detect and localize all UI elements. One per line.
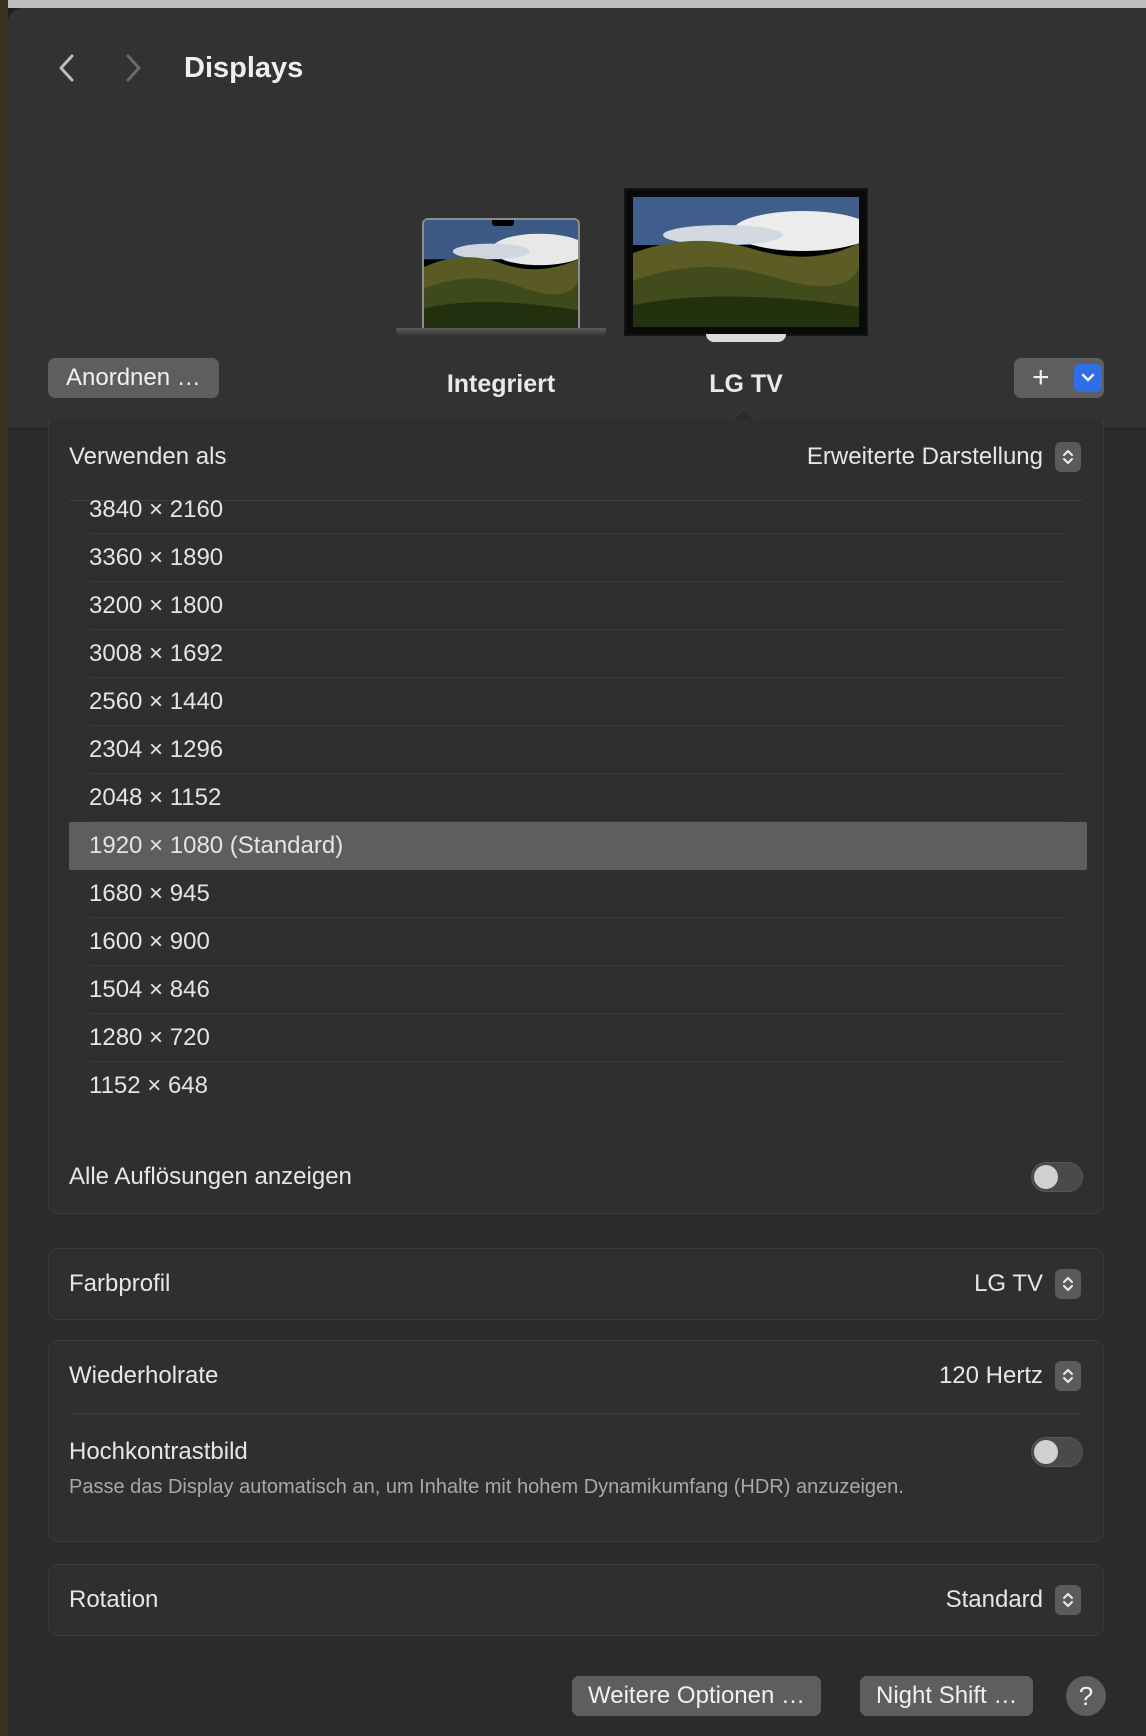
- chevron-down-icon: [1081, 373, 1095, 382]
- show-all-resolutions-toggle[interactable]: [1031, 1162, 1083, 1192]
- resolution-option[interactable]: 2560 × 1440: [69, 678, 1087, 726]
- resolution-option[interactable]: 1152 × 648: [69, 1062, 1087, 1110]
- refresh-hdr-section: Wiederholrate 120 Hertz Hochkontrastbild…: [48, 1340, 1104, 1542]
- arrange-button[interactable]: Anordnen …: [48, 358, 219, 398]
- display-label-integriert[interactable]: Integriert: [381, 364, 621, 404]
- resolution-option[interactable]: 2048 × 1152: [69, 774, 1087, 822]
- show-all-resolutions-label: Alle Auflösungen anzeigen: [69, 1163, 352, 1190]
- use-as-label: Verwenden als: [69, 443, 227, 470]
- tv-screen: [626, 190, 866, 334]
- color-profile-label: Farbprofil: [69, 1270, 171, 1297]
- camera-notch: [492, 220, 514, 226]
- up-down-chevron-icon: [1063, 1277, 1073, 1291]
- desktop-background-edge: [0, 0, 8, 1736]
- color-profile-value[interactable]: LG TV: [974, 1267, 1043, 1301]
- up-down-chevron-icon: [1063, 1369, 1073, 1383]
- wallpaper-image: [424, 220, 578, 328]
- toggle-knob: [1034, 1165, 1058, 1189]
- resolution-option[interactable]: 3360 × 1890: [69, 534, 1087, 582]
- laptop-base: [396, 328, 606, 338]
- displays-header: Displays Integriert LG TV Anordnen … +: [8, 8, 1146, 429]
- use-as-stepper[interactable]: [1055, 442, 1081, 472]
- rotation-section: Rotation Standard: [48, 1564, 1104, 1636]
- resolution-section: Verwenden als Erweiterte Darstellung 384…: [48, 420, 1104, 1214]
- resolution-list: 3840 × 2160 3360 × 1890 3200 × 1800 3008…: [69, 486, 1087, 1110]
- rotation-value[interactable]: Standard: [946, 1583, 1043, 1617]
- rotation-label: Rotation: [69, 1586, 159, 1613]
- hdr-label: Hochkontrastbild: [69, 1438, 248, 1465]
- resolution-option[interactable]: 3008 × 1692: [69, 630, 1087, 678]
- resolution-option[interactable]: 3840 × 2160: [69, 486, 1087, 534]
- up-down-chevron-icon: [1063, 450, 1073, 464]
- resolution-option-selected[interactable]: 1920 × 1080 (Standard): [69, 822, 1087, 870]
- color-profile-section: Farbprofil LG TV: [48, 1248, 1104, 1320]
- resolution-option[interactable]: 1600 × 900: [69, 918, 1087, 966]
- back-button[interactable]: [50, 48, 84, 88]
- page-title: Displays: [184, 52, 304, 84]
- plus-icon: +: [1032, 361, 1050, 394]
- up-down-chevron-icon: [1063, 1593, 1073, 1607]
- wallpaper-image: [633, 197, 859, 327]
- add-display-button[interactable]: +: [1014, 358, 1104, 398]
- forward-button[interactable]: [116, 48, 150, 88]
- use-as-value[interactable]: Erweiterte Darstellung: [807, 440, 1043, 474]
- chevron-right-icon: [126, 54, 141, 82]
- laptop-screen: [422, 218, 580, 330]
- more-options-button[interactable]: Weitere Optionen …: [572, 1676, 821, 1716]
- hdr-toggle[interactable]: [1031, 1437, 1083, 1467]
- display-thumbnail-lg-tv[interactable]: [626, 190, 866, 344]
- resolution-option[interactable]: 3200 × 1800: [69, 582, 1087, 630]
- display-label-lg-tv[interactable]: LG TV: [626, 364, 866, 404]
- desktop-background: [0, 0, 1146, 8]
- resolution-option[interactable]: 1504 × 846: [69, 966, 1087, 1014]
- add-display-menu-button[interactable]: [1074, 364, 1102, 392]
- color-profile-stepper[interactable]: [1055, 1269, 1081, 1299]
- refresh-rate-label: Wiederholrate: [69, 1362, 219, 1389]
- display-thumbnail-integriert[interactable]: [396, 218, 606, 340]
- night-shift-button[interactable]: Night Shift …: [860, 1676, 1034, 1716]
- resolution-option[interactable]: 1280 × 720: [69, 1014, 1087, 1062]
- resolution-option[interactable]: 1680 × 945: [69, 870, 1087, 918]
- settings-window: Displays Integriert LG TV Anordnen … + V…: [8, 8, 1146, 1736]
- toggle-knob: [1034, 1440, 1058, 1464]
- rotation-stepper[interactable]: [1055, 1585, 1081, 1615]
- help-button[interactable]: ?: [1066, 1676, 1106, 1716]
- divider: [69, 1413, 1083, 1414]
- hdr-description: Passe das Display automatisch an, um Inh…: [69, 1476, 904, 1498]
- refresh-rate-value[interactable]: 120 Hertz: [939, 1359, 1043, 1393]
- resolution-option[interactable]: 2304 × 1296: [69, 726, 1087, 774]
- refresh-rate-stepper[interactable]: [1055, 1361, 1081, 1391]
- tv-stand: [706, 334, 786, 342]
- chevron-left-icon: [59, 54, 74, 82]
